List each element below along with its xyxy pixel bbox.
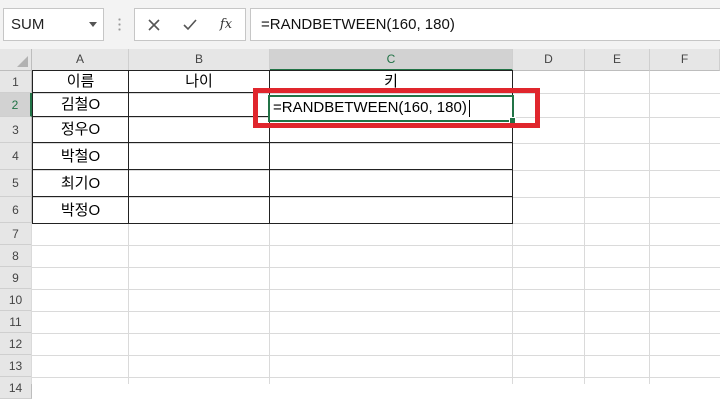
row-header-6[interactable]: 6 bbox=[0, 197, 32, 223]
row-header-2[interactable]: 2 bbox=[0, 93, 32, 117]
drag-handle-icon[interactable] bbox=[118, 17, 121, 33]
insert-function-button[interactable]: fx bbox=[211, 9, 241, 40]
cell-a2[interactable]: 김철O bbox=[32, 93, 129, 117]
column-header-c[interactable]: C bbox=[270, 49, 513, 71]
fx-label: fx bbox=[219, 17, 233, 32]
cell-a1[interactable]: 이름 bbox=[32, 70, 129, 93]
highlight-annotation bbox=[253, 88, 540, 128]
row-header-7[interactable]: 7 bbox=[0, 223, 32, 245]
cell-a6[interactable]: 박정O bbox=[32, 197, 129, 224]
formula-bar: SUM fx =RANDBETWEEN(160, 180) bbox=[0, 0, 720, 52]
cell-b4[interactable] bbox=[129, 143, 270, 170]
select-all-button[interactable] bbox=[0, 49, 32, 71]
column-header-e[interactable]: E bbox=[585, 49, 650, 71]
row-header-1[interactable]: 1 bbox=[0, 71, 32, 93]
cell-a3[interactable]: 정우O bbox=[32, 117, 129, 143]
cell-b5[interactable] bbox=[129, 170, 270, 197]
cell-a4[interactable]: 박철O bbox=[32, 143, 129, 170]
column-header-d[interactable]: D bbox=[513, 49, 585, 71]
row-header-11[interactable]: 11 bbox=[0, 311, 32, 333]
cell-b2[interactable] bbox=[129, 93, 270, 117]
row-header-12[interactable]: 12 bbox=[0, 333, 32, 355]
row-header-8[interactable]: 8 bbox=[0, 245, 32, 267]
column-header-a[interactable]: A bbox=[32, 49, 129, 71]
formula-input[interactable]: =RANDBETWEEN(160, 180) bbox=[250, 8, 720, 41]
cell-c6[interactable] bbox=[270, 197, 513, 224]
name-box-value: SUM bbox=[11, 16, 45, 33]
checkmark-icon bbox=[183, 18, 197, 30]
row-header-4[interactable]: 4 bbox=[0, 143, 32, 170]
column-header-b[interactable]: B bbox=[129, 49, 270, 71]
row-header-13[interactable]: 13 bbox=[0, 355, 32, 377]
name-box[interactable]: SUM bbox=[3, 8, 104, 41]
cell-b1[interactable]: 나이 bbox=[129, 70, 270, 93]
select-all-icon bbox=[17, 56, 28, 67]
cancel-button[interactable] bbox=[139, 9, 169, 40]
row-header-14[interactable]: 14 bbox=[0, 377, 32, 399]
formula-text: =RANDBETWEEN(160, 180) bbox=[261, 16, 455, 33]
row-header-9[interactable]: 9 bbox=[0, 267, 32, 289]
x-icon bbox=[148, 18, 160, 31]
chevron-down-icon[interactable] bbox=[89, 22, 97, 27]
cell-b3[interactable] bbox=[129, 117, 270, 143]
row-header-5[interactable]: 5 bbox=[0, 170, 32, 197]
row-header-3[interactable]: 3 bbox=[0, 117, 32, 143]
cell-c4[interactable] bbox=[270, 143, 513, 170]
formula-buttons: fx bbox=[134, 8, 246, 41]
row-header-10[interactable]: 10 bbox=[0, 289, 32, 311]
column-header-f[interactable]: F bbox=[650, 49, 720, 71]
cell-b6[interactable] bbox=[129, 197, 270, 224]
cell-a5[interactable]: 최기O bbox=[32, 170, 129, 197]
enter-button[interactable] bbox=[175, 9, 205, 40]
cell-c5[interactable] bbox=[270, 170, 513, 197]
